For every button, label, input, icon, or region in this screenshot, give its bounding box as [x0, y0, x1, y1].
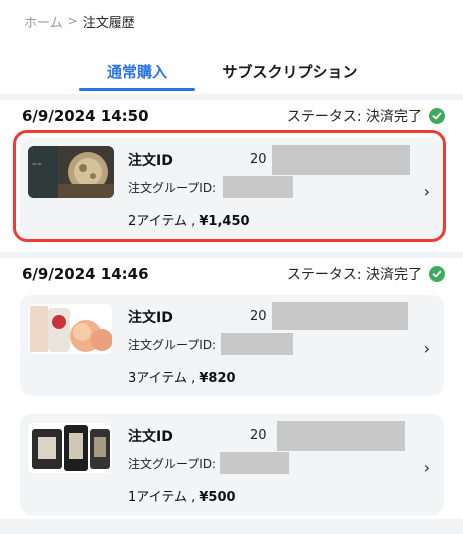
order-card[interactable]: 注文ID 20 注文グループID: 1アイテム , ¥500 ›	[20, 414, 444, 515]
order-group-id-label: 注文グループID:	[128, 338, 217, 352]
order-id-value: 20	[250, 152, 267, 167]
redaction-block	[272, 302, 408, 330]
status-text: ステータス: 決済完了	[286, 109, 422, 125]
chevron-right-icon: ›	[423, 339, 430, 358]
order-summary: 1アイテム , ¥500	[128, 486, 236, 505]
tab-subscription[interactable]: サブスクリプション	[205, 52, 375, 90]
breadcrumb-separator: >	[67, 14, 78, 28]
product-thumbnail	[28, 304, 112, 354]
order-id-label: 注文ID	[128, 310, 173, 326]
order-group-header: 6/9/2024 14:50 ステータス: 決済完了	[22, 104, 445, 128]
breadcrumb: ホーム > 注文履歴	[24, 10, 135, 32]
active-tab-indicator	[79, 88, 195, 91]
order-card[interactable]: 注文ID 20 注文グループID: 3アイテム , ¥820 ›	[20, 295, 444, 396]
order-group-id-label: 注文グループID:	[128, 457, 217, 471]
redaction-block	[220, 452, 289, 474]
product-thumbnail: ~~	[28, 146, 114, 198]
item-count: 1アイテム ,	[128, 490, 196, 505]
order-amount: ¥500	[199, 490, 236, 505]
order-amount: ¥1,450	[199, 214, 250, 229]
chevron-right-icon: ›	[423, 458, 430, 477]
chevron-right-icon: ›	[423, 182, 430, 201]
status-text: ステータス: 決済完了	[286, 267, 422, 283]
check-circle-icon	[429, 266, 445, 282]
order-id-label: 注文ID	[128, 429, 173, 445]
redaction-block	[223, 176, 293, 198]
section-divider	[0, 94, 463, 100]
redaction-block	[277, 421, 405, 451]
order-amount: ¥820	[199, 371, 236, 386]
breadcrumb-current: 注文履歴	[82, 15, 135, 31]
order-datetime: 6/9/2024 14:46	[22, 265, 149, 283]
order-card[interactable]: ~~ 注文ID 20 注文グループID: 2アイテム , ¥1,450 ›	[20, 138, 444, 240]
order-status: ステータス: 決済完了	[287, 106, 445, 126]
order-datetime: 6/9/2024 14:50	[22, 107, 149, 125]
order-id-value: 20	[250, 309, 267, 324]
redaction-block	[272, 145, 410, 175]
order-status: ステータス: 決済完了	[287, 264, 445, 284]
redaction-block	[221, 333, 293, 355]
check-circle-icon	[429, 108, 445, 124]
breadcrumb-home-link[interactable]: ホーム	[24, 12, 63, 31]
order-id-value: 20	[250, 428, 267, 443]
order-summary: 2アイテム , ¥1,450	[128, 210, 250, 229]
item-count: 3アイテム ,	[128, 371, 196, 386]
order-group-header: 6/9/2024 14:46 ステータス: 決済完了	[22, 262, 445, 286]
tab-regular-purchase[interactable]: 通常購入	[79, 52, 195, 90]
section-divider	[0, 252, 463, 258]
item-count: 2アイテム ,	[128, 214, 196, 229]
order-group-id-label: 注文グループID:	[128, 181, 217, 195]
product-thumbnail	[28, 423, 112, 473]
order-summary: 3アイテム , ¥820	[128, 367, 236, 386]
section-divider	[0, 519, 463, 534]
order-id-label: 注文ID	[128, 153, 173, 169]
order-type-tabs: 通常購入 サブスクリプション	[0, 52, 463, 94]
svg-text:~~: ~~	[32, 161, 42, 168]
